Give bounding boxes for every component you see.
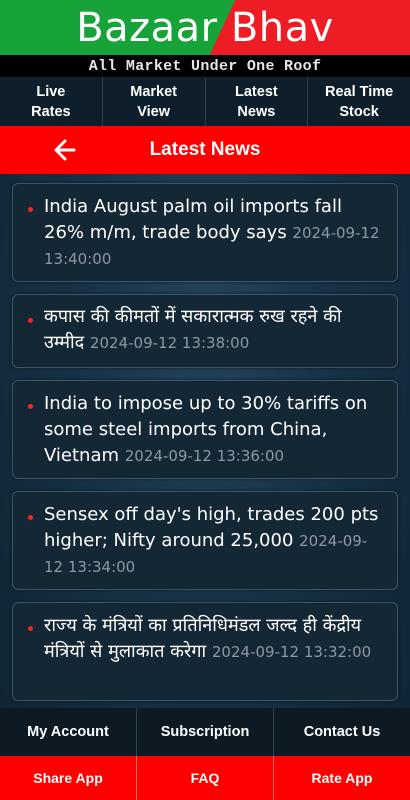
news-timestamp: 2024-09-12 13:36:00: [124, 447, 285, 465]
page-title: Latest News: [149, 139, 261, 160]
share-app-button[interactable]: Share App: [0, 756, 137, 800]
bottom-nav: My Account Subscription Contact Us: [0, 708, 410, 756]
news-item[interactable]: Sensex off day's high, trades 200 pts hi…: [12, 491, 398, 590]
bullet-icon: [28, 515, 33, 520]
contact-us-button[interactable]: Contact Us: [274, 708, 410, 756]
app-title: Bazaar Bhav: [76, 4, 334, 51]
news-timestamp: 2024-09-12 13:32:00: [211, 643, 372, 661]
bullet-icon: [28, 404, 33, 409]
app-banner: Bazaar Bhav: [0, 0, 410, 55]
my-account-button[interactable]: My Account: [0, 708, 137, 756]
top-nav-real-time-stock[interactable]: Real Time Stock: [308, 77, 410, 126]
news-item[interactable]: India August palm oil imports fall 26% m…: [12, 183, 398, 282]
bullet-icon: [28, 318, 33, 323]
news-timestamp: 2024-09-12 13:38:00: [89, 334, 250, 352]
bullet-icon: [28, 207, 33, 212]
app-tagline: All Market Under One Roof: [0, 55, 410, 77]
back-button[interactable]: [50, 136, 80, 164]
faq-button[interactable]: FAQ: [137, 756, 274, 800]
news-item[interactable]: राज्य के मंत्रियों का प्रतिनिधिमंडल जल्द…: [12, 602, 398, 701]
news-item[interactable]: India to impose up to 30% tariffs on som…: [12, 380, 398, 479]
top-nav: Live Rates Market View Latest News Real …: [0, 77, 410, 126]
news-item[interactable]: कपास की कीमतों में सकारात्मक रुख रहने की…: [12, 294, 398, 368]
page-title-bar: Latest News: [0, 126, 410, 174]
subscription-button[interactable]: Subscription: [137, 708, 274, 756]
top-nav-latest-news[interactable]: Latest News: [206, 77, 309, 126]
bullet-icon: [28, 626, 33, 631]
top-nav-market-view[interactable]: Market View: [103, 77, 206, 126]
news-list[interactable]: India August palm oil imports fall 26% m…: [0, 174, 410, 708]
top-nav-live-rates[interactable]: Live Rates: [0, 77, 103, 126]
arrow-left-icon: [54, 139, 76, 161]
rate-app-button[interactable]: Rate App: [274, 756, 410, 800]
bottom-nav-secondary: Share App FAQ Rate App: [0, 756, 410, 800]
